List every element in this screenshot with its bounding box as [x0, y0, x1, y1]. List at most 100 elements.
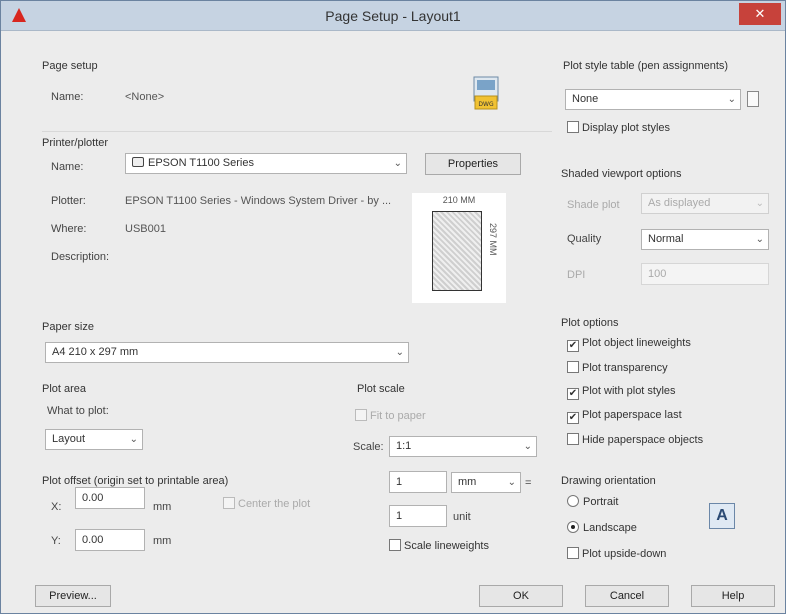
svg-text:DWG: DWG: [478, 101, 494, 108]
offset-y-label: Y:: [51, 535, 61, 547]
shade-plot-label: Shade plot: [567, 199, 620, 211]
hide-paperspace-objects-checkbox[interactable]: Hide paperspace objects: [567, 433, 703, 446]
what-to-plot-select[interactable]: Layout ⌄: [45, 429, 143, 450]
paper-width-dimension: 210 MM: [442, 195, 476, 205]
offset-x-label: X:: [51, 501, 62, 513]
page-setup-name-label: Name:: [51, 91, 84, 103]
chevron-down-icon: ⌄: [507, 477, 516, 488]
plot-style-table-value: None: [572, 93, 599, 105]
plot-offset-title: Plot offset (origin set to printable are…: [42, 475, 229, 487]
plot-option-label: Plot with plot styles: [582, 385, 676, 397]
scale-value: 1:1: [396, 440, 412, 452]
cancel-button[interactable]: Cancel: [585, 585, 669, 607]
window-title: Page Setup - Layout1: [325, 8, 461, 24]
quality-select[interactable]: Normal ⌄: [641, 229, 769, 250]
printer-icon: [132, 157, 144, 167]
plot-option-label: Plot paperspace last: [582, 409, 682, 421]
quality-value: Normal: [648, 233, 684, 245]
check-icon: ✔: [567, 340, 579, 352]
plot-paperspace-last-checkbox[interactable]: ✔ Plot paperspace last: [567, 409, 682, 424]
offset-x-unit: mm: [153, 501, 172, 513]
where-value: USB001: [125, 223, 166, 235]
landscape-label: Landscape: [583, 522, 637, 534]
scale-drawing-units-input[interactable]: 1: [389, 505, 447, 527]
plot-scale-title: Plot scale: [357, 383, 405, 395]
paper-sheet-preview: [432, 211, 482, 291]
printer-separator: [42, 131, 552, 132]
display-plot-styles-checkbox[interactable]: Display plot styles: [567, 121, 670, 134]
chevron-down-icon: ⌄: [727, 94, 736, 105]
properties-button[interactable]: Properties: [425, 153, 521, 175]
plot-option-label: Hide paperspace objects: [582, 434, 704, 446]
paper-height-dimension: 297 MM: [488, 223, 498, 256]
edit-plot-style-icon[interactable]: [747, 91, 759, 107]
plot-with-plot-styles-checkbox[interactable]: ✔ Plot with plot styles: [567, 385, 676, 400]
page-setup-icon: DWG: [473, 76, 499, 110]
plot-area-title: Plot area: [42, 383, 87, 395]
scale-unit-label: unit: [453, 511, 471, 523]
landscape-radio[interactable]: Landscape: [567, 521, 637, 534]
paper-size-select[interactable]: A4 210 x 297 mm ⌄: [45, 342, 409, 363]
printer-name-value: EPSON T1100 Series: [148, 157, 254, 169]
chevron-down-icon: ⌄: [755, 234, 764, 245]
plot-upside-down-label: Plot upside-down: [582, 548, 667, 560]
printer-name-label: Name:: [51, 161, 84, 173]
title-bar[interactable]: Page Setup - Layout1 ✕: [1, 1, 785, 31]
chevron-down-icon: ⌄: [129, 434, 138, 445]
portrait-label: Portrait: [583, 496, 619, 508]
what-to-plot-value: Layout: [52, 433, 86, 445]
scale-paper-units-input[interactable]: 1: [389, 471, 447, 493]
plot-upside-down-checkbox[interactable]: Plot upside-down: [567, 547, 666, 560]
page-setup-name-value: <None>: [125, 91, 165, 103]
paper-size-value: A4 210 x 297 mm: [52, 346, 139, 358]
plot-option-label: Plot object lineweights: [582, 337, 691, 349]
drawing-orientation-title: Drawing orientation: [561, 475, 656, 487]
chevron-down-icon: ⌄: [755, 198, 764, 209]
center-plot-checkbox[interactable]: Center the plot: [223, 497, 310, 510]
portrait-radio[interactable]: Portrait: [567, 495, 618, 508]
chevron-down-icon: ⌄: [393, 158, 402, 169]
dpi-input[interactable]: 100: [641, 263, 769, 285]
preview-button[interactable]: Preview...: [35, 585, 111, 607]
check-icon: ✔: [567, 388, 579, 400]
fit-to-paper-label: Fit to paper: [370, 410, 426, 422]
landscape-orientation-icon: A: [709, 503, 735, 529]
page-setup-dialog: Page Setup - Layout1 ✕ Page setup Name: …: [0, 0, 786, 614]
scale-lineweights-label: Scale lineweights: [404, 540, 489, 552]
fit-to-paper-checkbox[interactable]: Fit to paper: [355, 409, 426, 422]
page-setup-title: Page setup: [42, 60, 98, 72]
help-button[interactable]: Help: [691, 585, 775, 607]
what-to-plot-label: What to plot:: [47, 405, 109, 417]
offset-y-input[interactable]: 0.00: [75, 529, 145, 551]
shade-plot-value: As displayed: [648, 197, 711, 209]
chevron-down-icon: ⌄: [395, 347, 404, 358]
plot-options-title: Plot options: [561, 317, 619, 329]
ok-button[interactable]: OK: [479, 585, 563, 607]
dpi-label: DPI: [567, 269, 586, 281]
offset-y-unit: mm: [153, 535, 172, 547]
where-label: Where:: [51, 223, 87, 235]
close-button[interactable]: ✕: [739, 3, 781, 25]
quality-label: Quality: [567, 233, 602, 245]
shade-plot-select[interactable]: As displayed ⌄: [641, 193, 769, 214]
center-plot-label: Center the plot: [238, 498, 311, 510]
printer-plotter-title: Printer/plotter: [42, 137, 109, 149]
plotter-value: EPSON T1100 Series - Windows System Driv…: [125, 195, 392, 207]
paper-size-title: Paper size: [42, 321, 94, 333]
scale-select[interactable]: 1:1 ⌄: [389, 436, 537, 457]
printer-name-select[interactable]: EPSON T1100 Series ⌄: [125, 153, 407, 174]
scale-equals-sign: =: [525, 477, 532, 489]
plot-style-table-title: Plot style table (pen assignments): [563, 60, 729, 72]
scale-lineweights-checkbox[interactable]: Scale lineweights: [389, 539, 489, 552]
plot-object-lineweights-checkbox[interactable]: ✔ Plot object lineweights: [567, 337, 691, 352]
scale-units-select[interactable]: mm ⌄: [451, 472, 521, 493]
chevron-down-icon: ⌄: [523, 441, 532, 452]
plot-option-label: Plot transparency: [582, 362, 668, 374]
offset-x-input[interactable]: 0.00: [75, 487, 145, 509]
check-icon: ✔: [567, 412, 579, 424]
plotter-label: Plotter:: [51, 195, 86, 207]
plot-style-table-select[interactable]: None ⌄: [565, 89, 741, 110]
plot-transparency-checkbox[interactable]: Plot transparency: [567, 361, 668, 374]
paper-preview: 210 MM 297 MM: [412, 193, 506, 303]
description-label: Description:: [51, 251, 110, 263]
